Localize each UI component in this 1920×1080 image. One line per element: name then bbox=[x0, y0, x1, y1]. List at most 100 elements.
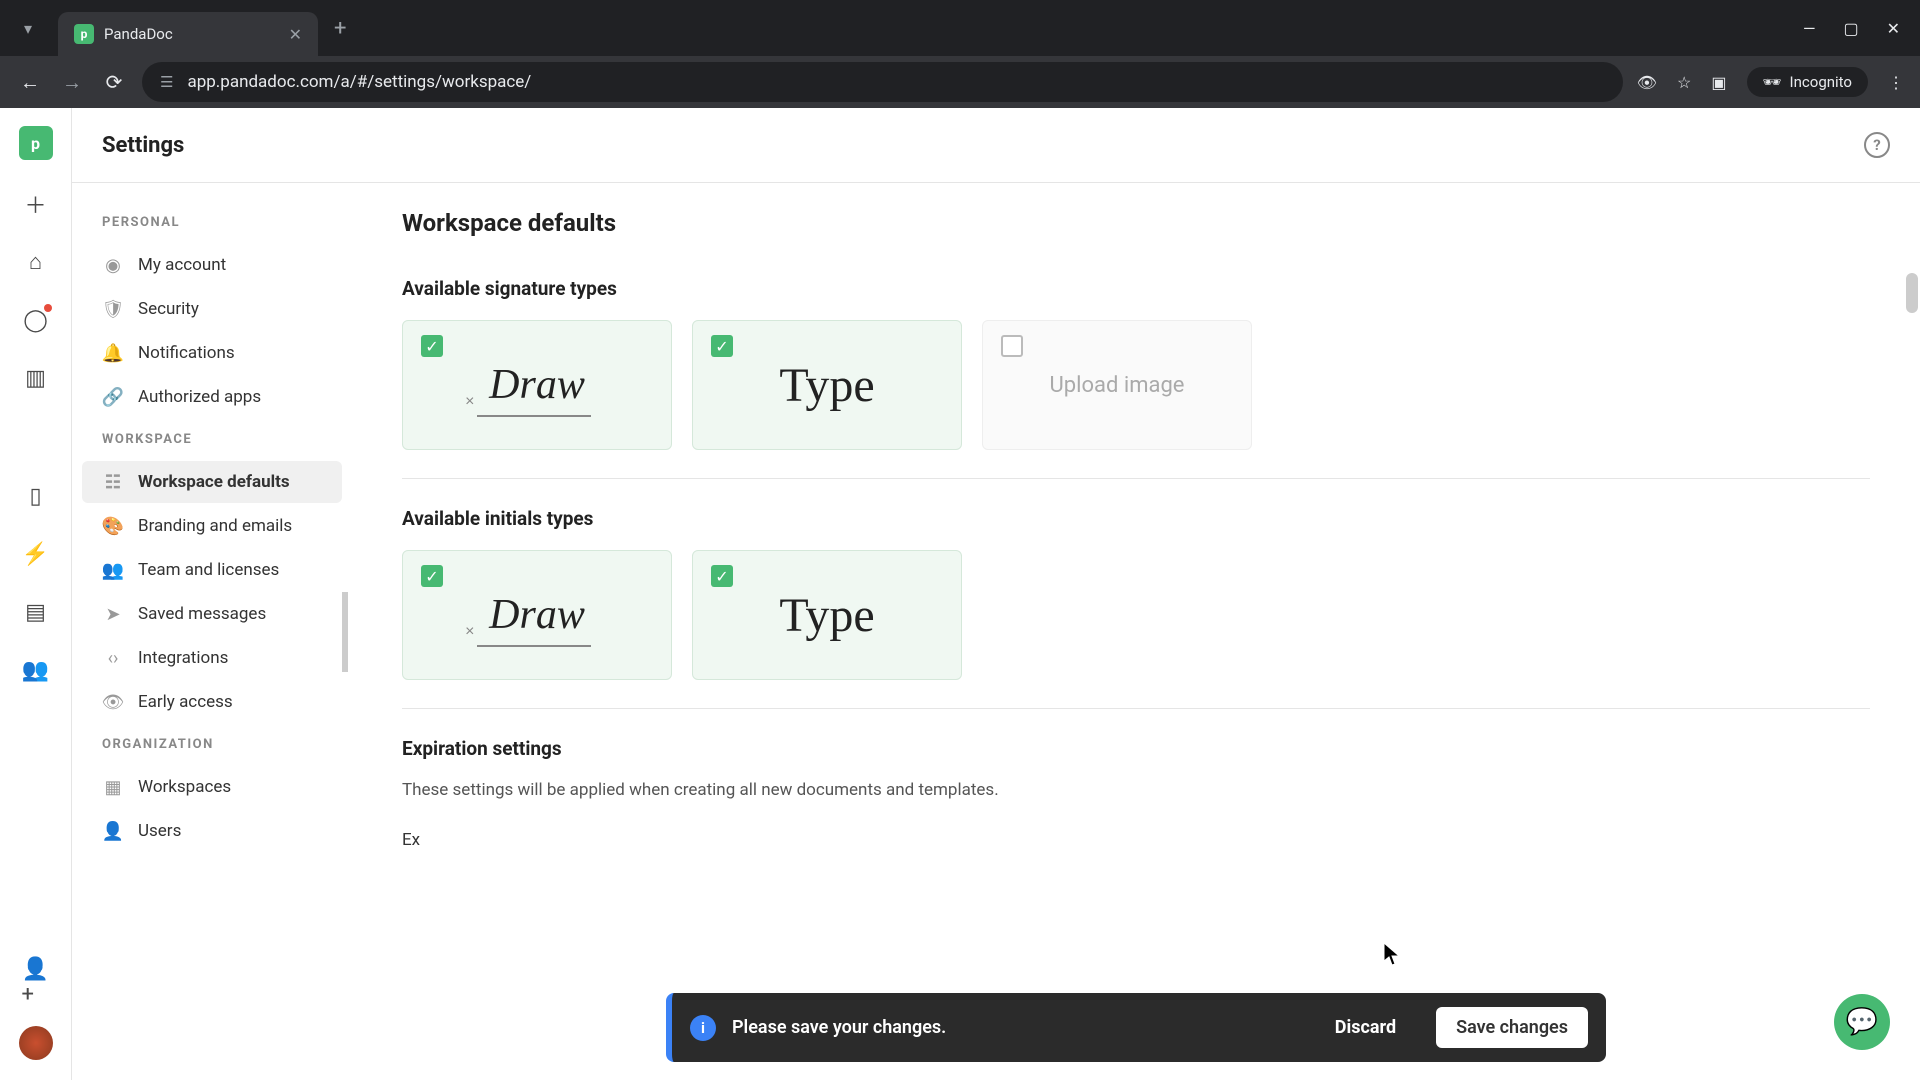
back-icon[interactable]: ← bbox=[16, 70, 44, 95]
user-icon: ◉ bbox=[102, 254, 124, 276]
templates-icon[interactable]: ▤ bbox=[22, 598, 50, 626]
nav-branding[interactable]: 🎨Branding and emails bbox=[82, 505, 342, 547]
nav-users[interactable]: 👤Users bbox=[82, 810, 342, 852]
forward-icon[interactable]: → bbox=[58, 70, 86, 95]
draw-x-mark: × bbox=[465, 393, 474, 411]
close-icon[interactable]: ✕ bbox=[1863, 183, 1880, 1010]
help-icon[interactable]: ? bbox=[1864, 132, 1890, 158]
contacts-icon[interactable]: 👥 bbox=[22, 656, 50, 684]
nav-my-account[interactable]: ◉My account bbox=[82, 244, 342, 286]
checkbox-icon[interactable]: ✓ bbox=[711, 335, 733, 357]
pandadoc-logo[interactable]: p bbox=[19, 126, 53, 160]
nav-notifications[interactable]: 🔔Notifications bbox=[82, 332, 342, 374]
browser-tab-strip: ▾ p PandaDoc ✕ + ― ▢ ✕ bbox=[0, 0, 1920, 56]
settings-content: Workspace defaults Available signature t… bbox=[352, 183, 1920, 1080]
nav-workspace-defaults[interactable]: ☷Workspace defaults bbox=[82, 461, 342, 503]
team-icon: 👥 bbox=[102, 559, 124, 581]
site-settings-icon[interactable]: ☰ bbox=[160, 73, 173, 91]
expiration-description: These settings will be applied when crea… bbox=[402, 780, 1870, 800]
reports-icon[interactable]: ▥ bbox=[22, 364, 50, 392]
initials-option-draw[interactable]: ✓ Draw × bbox=[402, 550, 672, 680]
nav-section-organization: ORGANIZATION bbox=[82, 725, 352, 764]
home-icon[interactable]: ⌂ bbox=[22, 248, 50, 276]
incognito-icon: 🕶 bbox=[1763, 73, 1782, 91]
bell-icon: 🔔 bbox=[102, 342, 124, 364]
info-icon: i bbox=[690, 1015, 716, 1041]
link-icon: 🔗 bbox=[102, 386, 124, 408]
nav-workspaces[interactable]: ▦Workspaces bbox=[82, 766, 342, 808]
nav-authorized-apps[interactable]: 🔗Authorized apps bbox=[82, 376, 342, 418]
create-new-icon[interactable]: ＋ bbox=[22, 190, 50, 218]
close-tab-icon[interactable]: ✕ bbox=[289, 25, 302, 44]
code-icon: ‹› bbox=[102, 647, 124, 669]
users-icon: 👤 bbox=[102, 820, 124, 842]
visibility-off-icon[interactable]: 👁 bbox=[1637, 73, 1657, 92]
mouse-cursor bbox=[1382, 941, 1402, 967]
palette-icon: 🎨 bbox=[102, 515, 124, 537]
window-controls: ― ▢ ✕ bbox=[1803, 19, 1920, 38]
save-changes-toast: i Please save your changes. Discard Save… bbox=[666, 993, 1606, 1062]
save-changes-button[interactable]: Save changes bbox=[1436, 1007, 1588, 1048]
side-panel-icon[interactable]: ▣ bbox=[1711, 73, 1726, 92]
browser-menu-icon[interactable]: ⋮ bbox=[1888, 73, 1904, 92]
initials-draw-label: Draw × bbox=[489, 591, 585, 639]
sig-draw-label: Draw × bbox=[489, 361, 585, 409]
automations-icon[interactable]: ⚡ bbox=[22, 540, 50, 568]
initials-type-label: Type bbox=[779, 588, 874, 643]
nav-integrations[interactable]: ‹›Integrations bbox=[82, 637, 342, 679]
tab-search-dropdown[interactable]: ▾ bbox=[10, 10, 46, 46]
tab-favicon: p bbox=[74, 24, 94, 44]
chat-fab[interactable]: 💬 bbox=[1834, 994, 1890, 1050]
browser-tab[interactable]: p PandaDoc ✕ bbox=[58, 12, 318, 56]
checkbox-icon[interactable]: ✓ bbox=[421, 565, 443, 587]
browser-toolbar: ← → ⟳ ☰ app.pandadoc.com/a/#/settings/wo… bbox=[0, 56, 1920, 108]
section-initials-types: Available initials types bbox=[402, 507, 1870, 530]
expires-in-label: Ex bbox=[402, 830, 1870, 850]
section-expiration: Expiration settings bbox=[402, 737, 1870, 760]
checkbox-icon[interactable]: ✓ bbox=[711, 565, 733, 587]
incognito-label: Incognito bbox=[1790, 73, 1852, 91]
sidebar-scrollbar[interactable] bbox=[340, 183, 350, 1080]
sig-type-label: Type bbox=[779, 358, 874, 413]
add-user-icon[interactable]: 👤+ bbox=[22, 968, 50, 996]
send-icon: ➤ bbox=[102, 603, 124, 625]
main-heading: Workspace defaults bbox=[402, 209, 1870, 257]
sig-option-upload[interactable]: Upload image bbox=[982, 320, 1252, 450]
sliders-icon: ☷ bbox=[102, 471, 124, 493]
toast-message: Please save your changes. bbox=[732, 1017, 1305, 1038]
initials-option-type[interactable]: ✓ Type bbox=[692, 550, 962, 680]
draw-x-mark: × bbox=[465, 623, 474, 641]
address-bar[interactable]: ☰ app.pandadoc.com/a/#/settings/workspac… bbox=[142, 62, 1623, 102]
sig-option-draw[interactable]: ✓ Draw × bbox=[402, 320, 672, 450]
maximize-icon[interactable]: ▢ bbox=[1843, 19, 1858, 38]
sig-option-type[interactable]: ✓ Type bbox=[692, 320, 962, 450]
user-avatar[interactable] bbox=[19, 1026, 53, 1060]
bookmark-icon[interactable]: ☆ bbox=[1677, 73, 1691, 92]
sig-upload-label: Upload image bbox=[1050, 373, 1185, 398]
close-window-icon[interactable]: ✕ bbox=[1887, 19, 1900, 38]
nav-early-access[interactable]: 👁Early access bbox=[82, 681, 342, 723]
nav-section-personal: PERSONAL bbox=[82, 203, 352, 242]
documents-icon[interactable]: ▯ bbox=[22, 482, 50, 510]
nav-team[interactable]: 👥Team and licenses bbox=[82, 549, 342, 591]
app-icon-rail: p ＋ ⌂ ◯ ▥ ▯ ⚡ ▤ 👥 👤+ bbox=[0, 108, 72, 1080]
url-text: app.pandadoc.com/a/#/settings/workspace/ bbox=[187, 72, 531, 92]
new-tab-button[interactable]: + bbox=[334, 16, 346, 41]
reload-icon[interactable]: ⟳ bbox=[100, 70, 128, 94]
discard-button[interactable]: Discard bbox=[1321, 1009, 1410, 1046]
grid-icon: ▦ bbox=[102, 776, 124, 798]
shield-icon: 🛡 bbox=[102, 298, 124, 320]
nav-section-workspace: WORKSPACE bbox=[82, 420, 352, 459]
minimize-icon[interactable]: ― bbox=[1803, 19, 1816, 38]
checkbox-icon[interactable]: ✓ bbox=[421, 335, 443, 357]
incognito-badge[interactable]: 🕶 Incognito bbox=[1747, 67, 1869, 97]
activity-icon[interactable]: ◯ bbox=[22, 306, 50, 334]
content-scrollbar[interactable] bbox=[1906, 273, 1918, 313]
eye-icon: 👁 bbox=[102, 691, 124, 713]
section-signature-types: Available signature types bbox=[402, 277, 1870, 300]
settings-sidebar: PERSONAL ◉My account 🛡Security 🔔Notifica… bbox=[72, 183, 352, 1080]
tab-title: PandaDoc bbox=[104, 25, 173, 43]
checkbox-icon[interactable] bbox=[1001, 335, 1023, 357]
nav-security[interactable]: 🛡Security bbox=[82, 288, 342, 330]
nav-saved-messages[interactable]: ➤Saved messages bbox=[82, 593, 342, 635]
